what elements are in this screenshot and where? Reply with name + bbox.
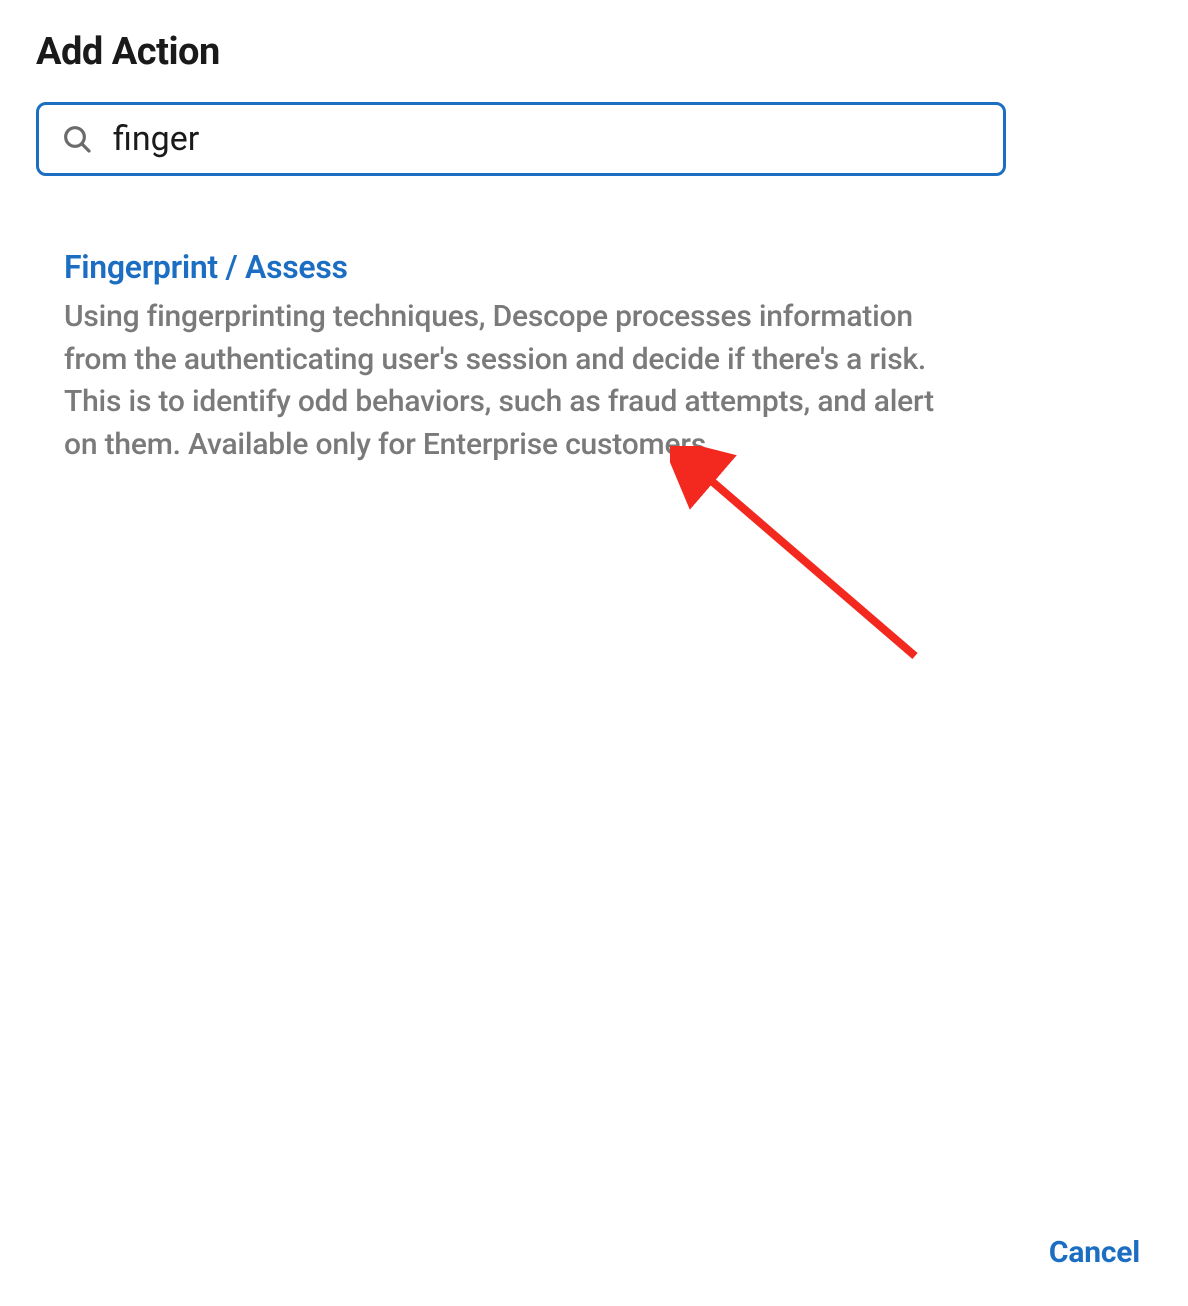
result-item[interactable]: Fingerprint / Assess Using fingerprintin… <box>64 248 936 466</box>
results-list: Fingerprint / Assess Using fingerprintin… <box>36 248 996 466</box>
search-wrapper[interactable] <box>36 102 1006 176</box>
search-input[interactable] <box>113 119 981 159</box>
result-title: Fingerprint / Assess <box>64 248 936 286</box>
search-icon <box>61 123 93 155</box>
result-description: Using fingerprinting techniques, Descope… <box>64 296 936 466</box>
annotation-arrow <box>670 446 930 671</box>
dialog-footer: Cancel <box>1049 1235 1140 1270</box>
cancel-button[interactable]: Cancel <box>1049 1235 1140 1270</box>
dialog-title: Add Action <box>36 30 1152 74</box>
